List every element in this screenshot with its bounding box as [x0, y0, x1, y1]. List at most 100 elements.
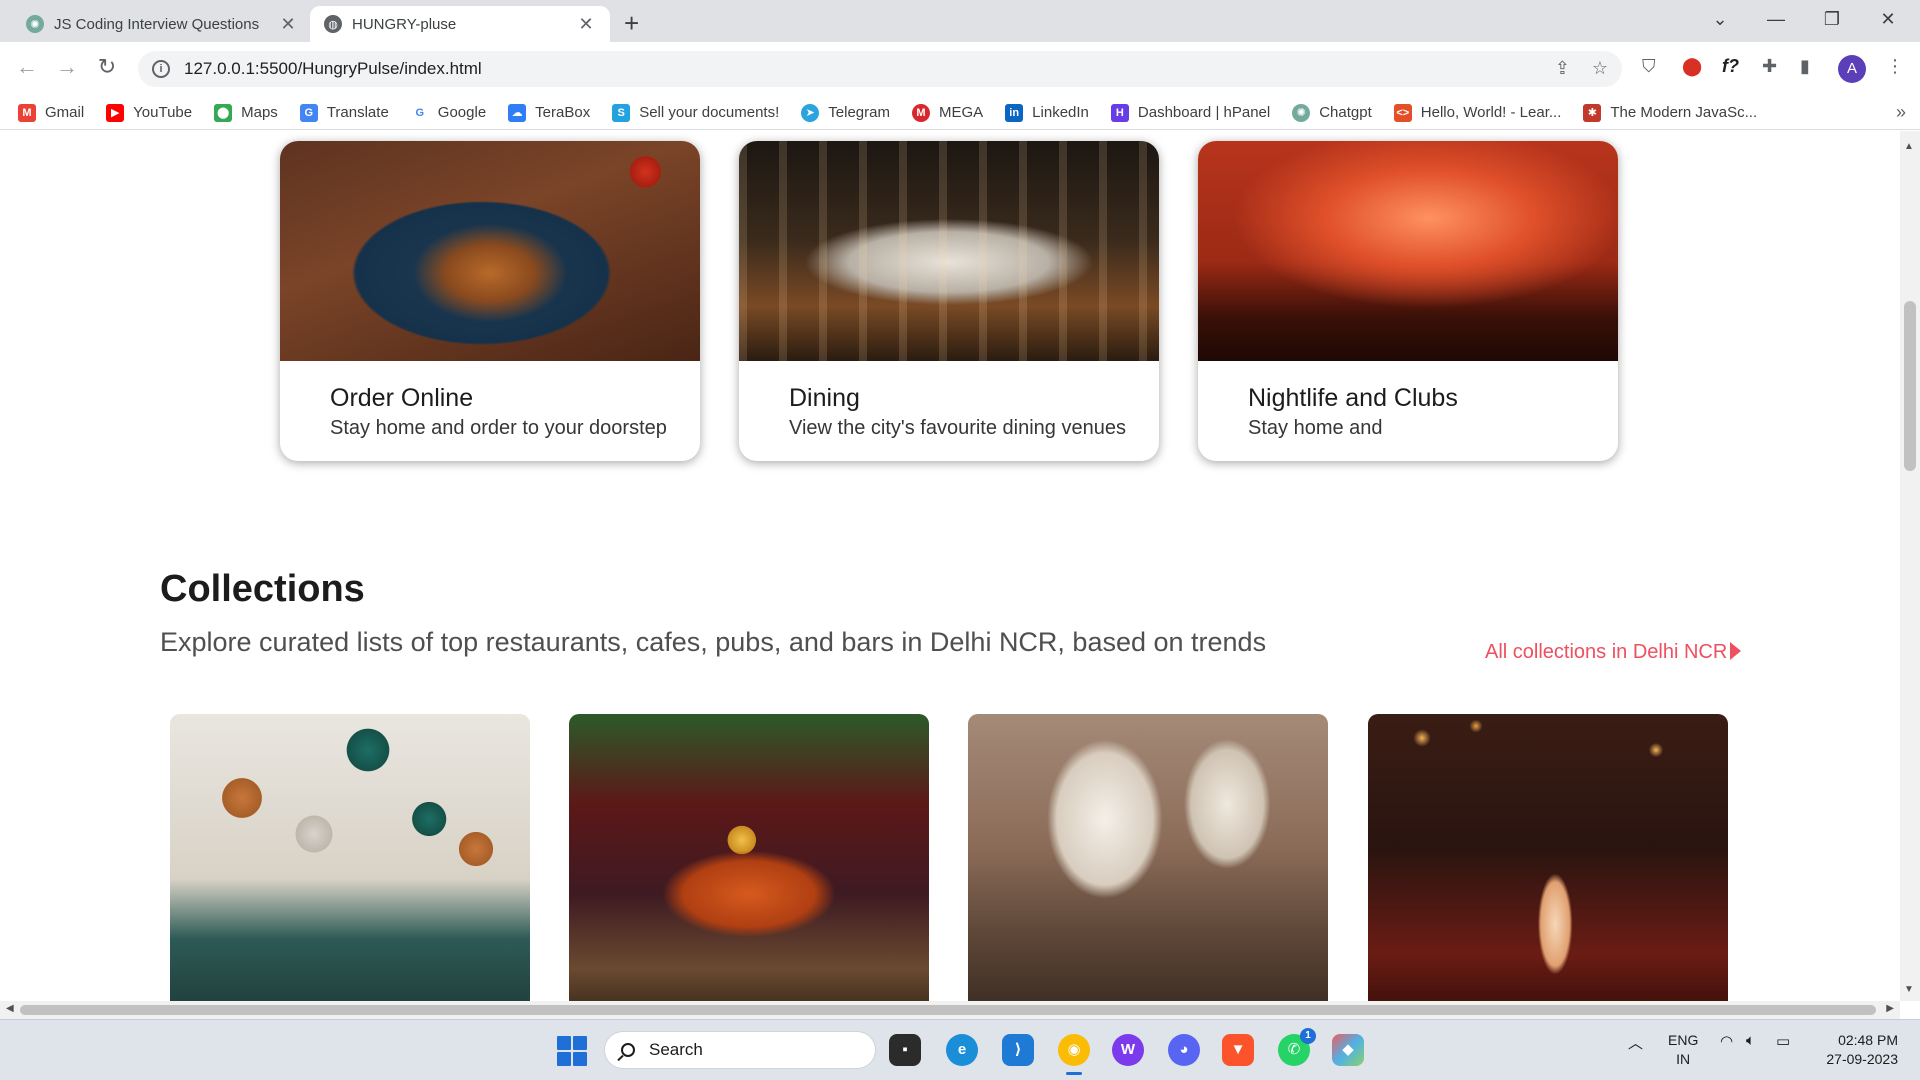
- bookmark-hpanel[interactable]: H Dashboard | hPanel: [1110, 103, 1270, 122]
- bookmark-youtube[interactable]: ▶ YouTube: [106, 103, 192, 122]
- vertical-scrollbar[interactable]: ▲ ▼: [1900, 131, 1920, 1001]
- document-icon: S: [612, 103, 631, 122]
- tab-search-icon[interactable]: ⌄: [1692, 4, 1748, 34]
- feature-card-nightlife[interactable]: Nightlife and Clubs Stay home and: [1198, 141, 1618, 461]
- globe-icon: ◍: [324, 15, 342, 33]
- language-label: ENG: [1668, 1032, 1699, 1048]
- taskbar-search[interactable]: Search: [604, 1031, 876, 1069]
- terabox-icon: ☁: [508, 103, 527, 122]
- chrome-icon[interactable]: ◉: [1058, 1034, 1090, 1075]
- extensions-puzzle-icon[interactable]: ✚: [1762, 56, 1777, 77]
- collection-card-3[interactable]: [968, 714, 1328, 1001]
- bookmark-hello-world[interactable]: <> Hello, World! - Lear...: [1393, 103, 1562, 122]
- brave-icon[interactable]: ▼: [1222, 1034, 1254, 1066]
- system-clock[interactable]: 02:48 PM 27-09-2023: [1826, 1031, 1898, 1069]
- battery-icon[interactable]: ▭: [1776, 1032, 1790, 1050]
- collection-card-1[interactable]: [170, 714, 530, 1001]
- tab-hungry-pluse[interactable]: ◍ HUNGRY-pluse ✕: [310, 6, 610, 42]
- scroll-right-icon[interactable]: ▶: [1886, 1003, 1894, 1014]
- menu-kebab-icon[interactable]: ⋮: [1886, 56, 1904, 77]
- bookmark-maps[interactable]: ⬤ Maps: [214, 103, 278, 122]
- profile-avatar[interactable]: A: [1838, 55, 1866, 83]
- collection-card-4[interactable]: [1368, 714, 1728, 1001]
- tab-strip: ✺ JS Coding Interview Questions ✕ ◍ HUNG…: [0, 0, 1920, 42]
- javascript-icon: ✱: [1583, 103, 1602, 122]
- bookmark-label: Sell your documents!: [639, 104, 780, 121]
- bookmarks-bar: M Gmail ▶ YouTube ⬤ Maps G Translate G Google…: [0, 96, 1920, 130]
- notification-badge: 1: [1300, 1028, 1316, 1044]
- collections-heading: Collections: [160, 568, 365, 610]
- wifi-icon[interactable]: ◠: [1720, 1032, 1733, 1050]
- bookmark-linkedin[interactable]: in LinkedIn: [1005, 103, 1089, 122]
- bookmark-translate[interactable]: G Translate: [299, 103, 389, 122]
- address-bar[interactable]: i 127.0.0.1:5500/HungryPulse/index.html …: [138, 51, 1622, 87]
- feature-card-order-online[interactable]: Order Online Stay home and order to your…: [280, 141, 700, 461]
- caret-right-icon: [1730, 642, 1742, 661]
- close-tab-icon[interactable]: ✕: [278, 14, 298, 35]
- maps-icon: ⬤: [214, 103, 233, 122]
- restore-button[interactable]: ❐: [1804, 4, 1860, 34]
- bookmark-google[interactable]: G Google: [410, 103, 487, 122]
- horizontal-scroll-thumb[interactable]: [20, 1005, 1876, 1015]
- site-info-icon[interactable]: i: [152, 60, 170, 78]
- clock-date: 27-09-2023: [1826, 1051, 1898, 1067]
- bookmark-telegram[interactable]: ➤ Telegram: [801, 103, 890, 122]
- task-view-icon[interactable]: ▪: [889, 1034, 921, 1066]
- bookmark-mega[interactable]: M MEGA: [911, 103, 984, 122]
- app-diamond-icon[interactable]: ◆: [1332, 1034, 1364, 1066]
- feature-card-dining[interactable]: Dining View the city's favourite dining …: [739, 141, 1159, 461]
- font-finder-icon[interactable]: f?: [1722, 56, 1739, 77]
- bookmark-sell-documents[interactable]: S Sell your documents!: [612, 103, 780, 122]
- all-collections-link[interactable]: All collections in Delhi NCR: [1485, 641, 1742, 664]
- windows-start-icon[interactable]: [557, 1036, 587, 1066]
- back-icon[interactable]: ←: [12, 54, 42, 80]
- extension-shield-icon[interactable]: ⛉: [1642, 56, 1656, 77]
- language-indicator[interactable]: ENG IN: [1668, 1031, 1698, 1069]
- adblock-icon[interactable]: ⬤: [1682, 56, 1702, 77]
- bookmark-label: Google: [437, 104, 487, 121]
- scroll-up-icon[interactable]: ▲: [1904, 141, 1914, 152]
- card-title: Nightlife and Clubs: [1248, 384, 1458, 412]
- minimize-button[interactable]: —: [1748, 4, 1804, 34]
- bookmark-modern-javascript[interactable]: ✱ The Modern JavaSc...: [1583, 103, 1757, 122]
- youtube-icon: ▶: [106, 103, 125, 122]
- new-tab-button[interactable]: +: [624, 8, 639, 39]
- browser-toolbar: ← → ↻ i 127.0.0.1:5500/HungryPulse/index…: [0, 42, 1920, 96]
- close-window-button[interactable]: ✕: [1860, 4, 1916, 34]
- edge-icon[interactable]: e: [946, 1034, 978, 1066]
- share-icon[interactable]: ⇪: [1555, 58, 1570, 79]
- bookmark-label: Chatgpt: [1319, 104, 1372, 121]
- bookmark-terabox[interactable]: ☁ TeraBox: [508, 103, 590, 122]
- tab-js-coding[interactable]: ✺ JS Coding Interview Questions ✕: [12, 6, 312, 42]
- card-subtitle: View the city's favourite dining venues: [789, 417, 1126, 439]
- writing-app-icon[interactable]: W: [1112, 1034, 1144, 1066]
- bookmark-label: MEGA: [938, 104, 984, 121]
- vertical-scroll-thumb[interactable]: [1904, 301, 1916, 471]
- hostinger-icon: H: [1110, 103, 1129, 122]
- whatsapp-icon[interactable]: ✆ 1: [1278, 1028, 1316, 1066]
- bookmark-chatgpt[interactable]: ✺ Chatgpt: [1292, 103, 1372, 122]
- collection-card-2[interactable]: [569, 714, 929, 1001]
- scroll-down-icon[interactable]: ▼: [1904, 984, 1914, 995]
- bookmark-gmail[interactable]: M Gmail: [18, 103, 84, 122]
- bookmark-label: LinkedIn: [1032, 104, 1089, 121]
- taskbar-search-label: Search: [649, 1040, 703, 1059]
- bookmark-star-icon[interactable]: ☆: [1592, 58, 1608, 79]
- reload-icon[interactable]: ↻: [92, 54, 122, 80]
- discord-icon[interactable]: ◕: [1168, 1034, 1200, 1066]
- card-title: Order Online: [330, 384, 474, 412]
- forward-icon[interactable]: →: [52, 54, 82, 80]
- close-tab-icon[interactable]: ✕: [576, 14, 596, 35]
- more-bookmarks-icon[interactable]: »: [1896, 102, 1906, 123]
- vscode-icon[interactable]: ⟩: [1002, 1034, 1034, 1066]
- scroll-left-icon[interactable]: ◀: [6, 1003, 14, 1014]
- mega-icon: M: [911, 103, 930, 122]
- url-text: 127.0.0.1:5500/HungryPulse/index.html: [184, 59, 482, 78]
- collections-subtitle: Explore curated lists of top restaurants…: [160, 627, 1267, 657]
- horizontal-scrollbar[interactable]: ◀ ▶: [0, 1001, 1900, 1019]
- tray-chevron-up-icon[interactable]: ︿: [1628, 1032, 1643, 1053]
- bookmark-label: Hello, World! - Lear...: [1420, 104, 1562, 121]
- side-panel-icon[interactable]: ▮: [1800, 56, 1810, 77]
- bookmark-label: Translate: [326, 104, 389, 121]
- volume-icon[interactable]: 🔈︎: [1746, 1032, 1755, 1049]
